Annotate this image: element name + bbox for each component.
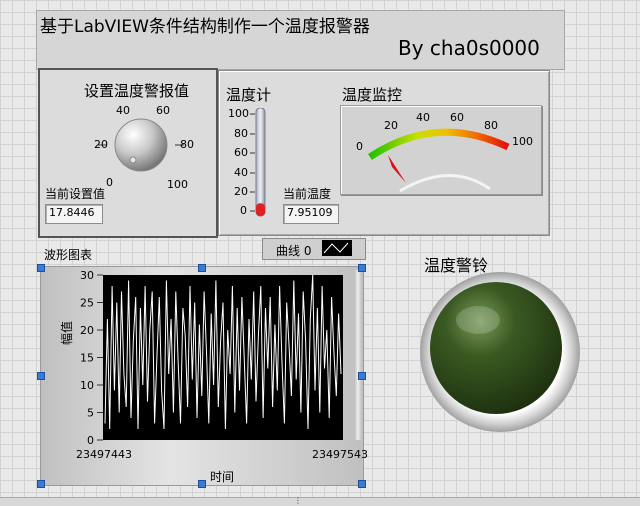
knob-tick-100: 100 (167, 178, 188, 191)
thermo-tick-20: 20 (234, 185, 248, 198)
y-axis-label: 幅值 (60, 320, 74, 345)
page-title: 基于LabVIEW条件结构制作一个温度报警器 (40, 17, 370, 37)
thermo-tick-80: 80 (234, 127, 248, 140)
thermometer-label: 温度计 (226, 86, 272, 104)
x-tick-start: 23497443 (76, 448, 132, 461)
y-tick-label: 25 (80, 297, 94, 310)
current-temp-label: 当前温度 (283, 187, 332, 201)
resize-handle[interactable] (37, 480, 45, 488)
thermo-tick-100: 100 (228, 107, 249, 120)
waveform-label: 波形图表 (44, 248, 93, 262)
resize-handle[interactable] (37, 372, 45, 380)
thermo-tick-60: 60 (234, 146, 248, 159)
y-tick-label: 20 (80, 324, 94, 337)
knob-tick-80: 80 (180, 138, 194, 151)
knob-dial[interactable] (114, 118, 168, 172)
alarm-light-bulb (430, 282, 562, 414)
plot-legend-label: 曲线 0 (276, 244, 312, 258)
y-tick-label: 0 (87, 434, 94, 447)
y-tick-label: 15 (80, 352, 94, 365)
line-style-icon[interactable] (322, 240, 352, 256)
resize-handle[interactable] (358, 480, 366, 488)
gauge-tick-100: 100 (512, 135, 533, 148)
thermometer-fill (256, 203, 265, 216)
temperature-gauge (368, 128, 510, 193)
gauge-arc (368, 128, 510, 160)
thermometer (250, 108, 266, 217)
chart-scrollbar[interactable] (354, 270, 362, 440)
gauge-tick-40: 40 (416, 111, 430, 124)
author-label: By cha0s0000 (398, 36, 540, 60)
resize-handle[interactable] (358, 372, 366, 380)
knob-pointer (129, 156, 137, 164)
grip-icon[interactable]: ⋮ (294, 496, 302, 505)
resize-handle[interactable] (198, 264, 206, 272)
gauge-tick-20: 20 (384, 119, 398, 132)
gauge-inner-arc (399, 174, 491, 193)
knob-tick-0: 0 (106, 176, 113, 189)
current-setting-label: 当前设置值 (45, 187, 106, 201)
gauge-tick-60: 60 (450, 111, 464, 124)
gauge-tick-0: 0 (356, 140, 363, 153)
waveform-plot: 30 25 20 15 10 5 0 (80, 269, 343, 447)
alarm-light-highlight (456, 306, 500, 334)
resize-handle[interactable] (198, 480, 206, 488)
gauge-tick-80: 80 (484, 119, 498, 132)
thermometer-tube (255, 108, 266, 217)
alarm-setting-label: 设置温度警报值 (84, 82, 190, 100)
y-tick-label: 10 (80, 379, 94, 392)
gauge-needle (388, 155, 406, 183)
x-tick-end: 23497543 (312, 448, 368, 461)
thermo-tick-0: 0 (240, 204, 247, 217)
current-setting-field[interactable]: 17.8446 (45, 204, 103, 224)
gauge-label: 温度监控 (342, 86, 403, 104)
alarm-light (420, 272, 580, 432)
resize-handle[interactable] (37, 264, 45, 272)
y-tick-label: 30 (80, 269, 94, 282)
y-tick-label: 5 (87, 407, 94, 420)
resize-handle[interactable] (358, 264, 366, 272)
knob-tick-20: 20 (94, 138, 108, 151)
current-temp-field: 7.95109 (283, 204, 339, 224)
x-axis-label: 时间 (210, 470, 235, 484)
thermo-tick-40: 40 (234, 166, 248, 179)
knob-tick-60: 60 (156, 104, 170, 117)
knob-tick-40: 40 (116, 104, 130, 117)
